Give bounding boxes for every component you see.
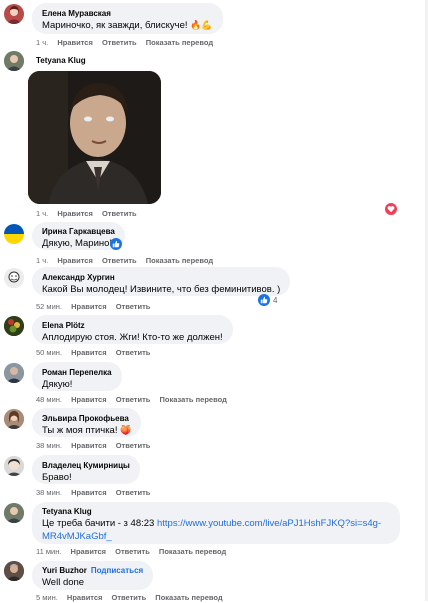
comment-author-row: Yuri Buzhor Подписаться (42, 565, 143, 576)
comment-author[interactable]: Ирина Гаркавцева (42, 226, 115, 237)
comment-author[interactable]: Владелец Кумирницы (42, 460, 130, 471)
translate-button[interactable]: Показать перевод (159, 547, 226, 556)
comment-time[interactable]: 48 мин. (36, 395, 62, 404)
reaction-count[interactable]: 4 (273, 296, 277, 305)
avatar[interactable] (4, 409, 24, 429)
comment-text-line2: MR4vMJKaGbf_ (42, 530, 390, 543)
thumbs-up-icon (258, 294, 270, 306)
comment-text: Какой Вы молодец! Извините, что без феми… (42, 284, 281, 295)
reply-button[interactable]: Ответить (116, 395, 151, 404)
comment-bubble: Роман Перепелка Дякую! (32, 362, 122, 391)
reply-button[interactable]: Ответить (116, 348, 151, 357)
avatar[interactable] (4, 456, 24, 476)
reply-button[interactable]: Ответить (116, 302, 151, 311)
comment-text-body: Це треба бачити - з 48:23 (42, 518, 157, 529)
comment-text: Аплодирую стоя. Жги! Кто-то же должен! (42, 332, 223, 343)
youtube-link-cont[interactable]: MR4vMJKaGbf_ (42, 531, 112, 542)
comment-actions: 1 ч. Нравится Ответить Показать перевод (36, 256, 220, 266)
translate-button[interactable]: Показать перевод (146, 38, 213, 47)
comment-actions: 1 ч. Нравится Ответить (36, 209, 144, 219)
like-button[interactable]: Нравится (71, 441, 107, 450)
heart-icon (384, 202, 398, 216)
avatar[interactable] (4, 51, 24, 71)
avatar[interactable] (4, 561, 24, 581)
translate-button[interactable]: Показать перевод (146, 256, 213, 265)
thumbs-up-icon (110, 238, 122, 250)
comment-author[interactable]: Tetyana Klug (42, 506, 390, 517)
love-reaction-icon[interactable] (384, 202, 398, 216)
like-reaction-icon[interactable] (110, 238, 122, 250)
comment-text: Браво! (42, 472, 72, 483)
comment-bubble: Елена Муравская Мариночко, як завжди, бл… (32, 3, 223, 34)
comment-actions: 48 мин. Нравится Ответить Показать перев… (36, 395, 234, 405)
like-button[interactable]: Нравится (57, 256, 93, 265)
comment-author[interactable]: Роман Перепелка (42, 367, 112, 378)
comment-actions: 5 мин. Нравится Ответить Показать перево… (36, 593, 230, 603)
like-button[interactable]: Нравится (71, 395, 107, 404)
reply-button[interactable]: Ответить (116, 441, 151, 450)
reply-button[interactable]: Ответить (102, 209, 137, 218)
comment-time[interactable]: 50 мин. (36, 348, 62, 357)
avatar[interactable] (4, 224, 24, 244)
comment-time[interactable]: 52 мин. (36, 302, 62, 311)
reply-button[interactable]: Ответить (116, 488, 151, 497)
comment-author[interactable]: Александр Хургин (42, 272, 280, 283)
reply-button[interactable]: Ответить (115, 547, 150, 556)
comment-bubble: Tetyana Klug Це треба бачити - з 48:23 h… (32, 502, 400, 544)
comment-time[interactable]: 1 ч. (36, 38, 48, 47)
comment-bubble: Владелец Кумирницы Браво! (32, 455, 140, 484)
comment-actions: 52 мин. Нравится Ответить (36, 302, 157, 312)
translate-button[interactable]: Показать перевод (159, 395, 226, 404)
comment-actions: 11 мин. Нравится Ответить Показать перев… (36, 547, 233, 557)
like-button[interactable]: Нравится (57, 38, 93, 47)
comment-author[interactable]: Yuri Buzhor (42, 566, 87, 575)
comment-actions: 50 мин. Нравится Ответить (36, 348, 157, 358)
avatar[interactable] (4, 316, 24, 336)
like-button[interactable]: Нравится (71, 302, 107, 311)
comment-author[interactable]: Эльвира Прокофьева (42, 413, 131, 424)
comment-actions: 38 мин. Нравится Ответить (36, 488, 157, 498)
reply-button[interactable]: Ответить (102, 38, 137, 47)
like-button[interactable]: Нравится (71, 547, 107, 556)
comment-bubble: Yuri Buzhor Подписаться Well done (32, 561, 154, 590)
comment-text: Мариночко, як завжди, блискуче! 🔥💪 (42, 19, 213, 32)
peach-emoji: 🍑 (120, 425, 132, 435)
comment-bubble: Александр Хургин Какой Вы молодец! Извин… (32, 267, 291, 296)
comment-actions: 1 ч. Нравится Ответить Показать перевод (36, 38, 220, 48)
avatar[interactable] (4, 268, 24, 288)
comment-author[interactable]: Elena Plötz (42, 320, 223, 331)
comment-text: Дякую! (42, 379, 73, 390)
comment-author[interactable]: Елена Муравская (42, 8, 213, 19)
avatar[interactable] (4, 503, 24, 523)
like-button[interactable]: Нравится (71, 488, 107, 497)
comment-time[interactable]: 38 мин. (36, 488, 62, 497)
avatar[interactable] (4, 4, 24, 24)
like-button[interactable]: Нравится (57, 209, 93, 218)
comment-time[interactable]: 1 ч. (36, 256, 48, 265)
avatar[interactable] (4, 363, 24, 383)
like-button[interactable]: Нравится (71, 348, 107, 357)
comment-text: Дякую, Марино! (42, 238, 113, 249)
comment-bubble: Эльвира Прокофьева Ты ж моя птичка! 🍑 (32, 408, 142, 437)
comment-bubble: Elena Plötz Аплодирую стоя. Жги! Кто-то … (32, 315, 233, 344)
gif-image[interactable] (28, 71, 161, 204)
comment-text-body: Ты ж моя птичка! (42, 425, 118, 436)
comment-text: Ты ж моя птичка! 🍑 (42, 424, 131, 437)
comment-text: Well done (42, 577, 85, 588)
youtube-link[interactable]: https://www.youtube.com/live/aPJ1HshFJKQ… (157, 518, 381, 529)
like-reaction-icon[interactable]: 4 (258, 294, 277, 306)
reply-button[interactable]: Ответить (102, 256, 137, 265)
fire-muscle-emoji: 🔥💪 (190, 20, 213, 30)
comment-time[interactable]: 38 мин. (36, 441, 62, 450)
comment-actions: 38 мин. Нравится Ответить (36, 441, 157, 451)
comment-text: Це треба бачити - з 48:23 https://www.yo… (42, 517, 390, 530)
comment-text-body: Мариночко, як завжди, блискуче! (42, 20, 188, 31)
comment-author[interactable]: Tetyana Klug (36, 55, 86, 66)
comment-time[interactable]: 11 мин. (36, 547, 61, 556)
follow-button[interactable]: Подписаться (91, 566, 143, 575)
comment-time[interactable]: 1 ч. (36, 209, 48, 218)
